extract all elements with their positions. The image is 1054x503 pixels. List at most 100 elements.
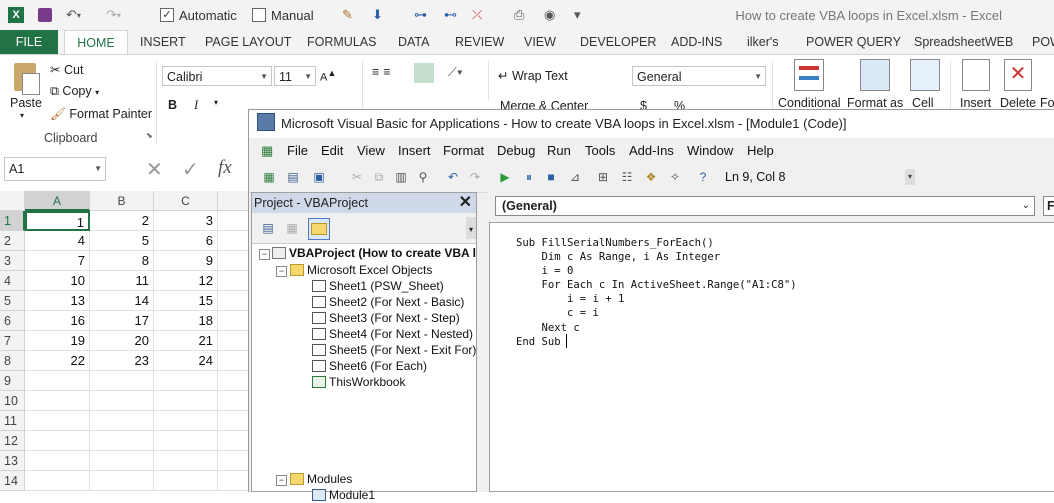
print-icon[interactable]: ⎙: [514, 6, 524, 24]
collapse-icon[interactable]: −: [259, 249, 270, 260]
cell[interactable]: 8: [90, 251, 154, 271]
cell[interactable]: [25, 471, 90, 491]
cell[interactable]: [218, 291, 250, 311]
column-header-a[interactable]: A: [25, 191, 90, 211]
vertical-align-icons[interactable]: ≡≡: [372, 65, 395, 79]
procedure-dropdown[interactable]: F: [1043, 196, 1054, 216]
row-header[interactable]: 8: [0, 351, 25, 371]
cell[interactable]: [218, 371, 250, 391]
copy-icon[interactable]: ⧉: [371, 169, 387, 185]
collapse-icon[interactable]: −: [276, 266, 287, 277]
menu-window[interactable]: Window: [687, 143, 733, 158]
tab-page-layout[interactable]: PAGE LAYOUT: [205, 30, 291, 54]
collapse-icon[interactable]: −: [276, 475, 287, 486]
cell[interactable]: [25, 451, 90, 471]
row-header[interactable]: 11: [0, 411, 25, 431]
copy-button[interactable]: ⧉ Copy ▾: [50, 84, 99, 99]
cell[interactable]: [90, 371, 154, 391]
tab-power-pivot[interactable]: POW: [1032, 30, 1054, 54]
tab-power-query[interactable]: POWER QUERY: [806, 30, 901, 54]
delete-cells-button[interactable]: Delete: [1000, 96, 1036, 110]
cell[interactable]: 5: [90, 231, 154, 251]
format-as-table-button[interactable]: Format as: [847, 96, 903, 110]
select-all-corner[interactable]: [0, 191, 25, 211]
increase-font-icon[interactable]: A▲: [320, 68, 336, 84]
project-explorer-icon[interactable]: ⊞: [595, 169, 611, 185]
conditional-format-icon[interactable]: [794, 59, 824, 91]
trace-precedents-icon[interactable]: ⊶: [414, 6, 427, 24]
tab-developer[interactable]: DEVELOPER: [580, 30, 656, 54]
row-header[interactable]: 7: [0, 331, 25, 351]
orientation-icon[interactable]: ⟋▾: [448, 65, 463, 80]
cell[interactable]: 19: [25, 331, 90, 351]
cell[interactable]: 23: [90, 351, 154, 371]
toolbox-icon[interactable]: ✧: [667, 169, 683, 185]
undo-icon[interactable]: ↶ ▾: [66, 6, 81, 24]
cell[interactable]: 13: [25, 291, 90, 311]
delete-cells-icon[interactable]: ✕: [1004, 59, 1032, 91]
properties-window-icon[interactable]: ☷: [619, 169, 635, 185]
paste-button[interactable]: Paste: [10, 96, 42, 110]
cell[interactable]: [154, 431, 218, 451]
cell[interactable]: 22: [25, 351, 90, 371]
tab-review[interactable]: REVIEW: [455, 30, 504, 54]
menu-debug[interactable]: Debug: [497, 143, 535, 158]
cancel-icon[interactable]: ✕: [146, 157, 163, 182]
tab-add-ins[interactable]: ADD-INS: [671, 30, 722, 54]
middle-align-icon[interactable]: [414, 63, 434, 83]
menu-tools[interactable]: Tools: [585, 143, 615, 158]
bold-button[interactable]: B: [168, 98, 177, 112]
cut-icon[interactable]: ✂: [349, 169, 365, 185]
view-code-icon[interactable]: ▤: [260, 220, 276, 236]
scroll-up-icon[interactable]: ▾: [466, 217, 476, 239]
cell[interactable]: 11: [90, 271, 154, 291]
tree-root-vbaproject[interactable]: VBAProject (How to create VBA l: [272, 245, 476, 261]
insert-cells-icon[interactable]: [962, 59, 990, 91]
download-icon[interactable]: ⬇: [372, 6, 383, 24]
insert-module-icon[interactable]: ▤: [285, 169, 301, 185]
row-header[interactable]: 3: [0, 251, 25, 271]
insert-function-icon[interactable]: fx: [218, 157, 232, 179]
menu-add-ins[interactable]: Add-Ins: [629, 143, 674, 158]
cell[interactable]: [218, 211, 250, 231]
column-header-d[interactable]: [218, 191, 250, 211]
tree-folder-modules[interactable]: Modules: [290, 471, 352, 487]
tree-module1[interactable]: Module1: [312, 487, 375, 503]
row-header[interactable]: 10: [0, 391, 25, 411]
format-painter-button[interactable]: 🖌 Format Painter: [50, 107, 152, 122]
cell[interactable]: 1: [25, 211, 90, 231]
name-box[interactable]: A1 ▼: [4, 157, 106, 181]
cell[interactable]: [218, 251, 250, 271]
tree-sheet-item[interactable]: Sheet3 (For Next - Step): [312, 310, 460, 326]
undo-icon[interactable]: ↶: [445, 169, 461, 185]
tree-sheet-item[interactable]: Sheet4 (For Next - Nested): [312, 326, 473, 342]
tree-sheet-item[interactable]: Sheet1 (PSW_Sheet): [312, 278, 444, 294]
cell[interactable]: 3: [154, 211, 218, 231]
code-editor[interactable]: Sub FillSerialNumbers_ForEach() Dim c As…: [489, 222, 1054, 492]
find-icon[interactable]: ⚲: [415, 169, 431, 185]
menu-edit[interactable]: Edit: [321, 143, 343, 158]
tab-ilkers[interactable]: ilker's: [747, 30, 779, 54]
reset-icon[interactable]: ■: [543, 169, 559, 185]
cell[interactable]: [90, 411, 154, 431]
run-icon[interactable]: ▶: [497, 169, 513, 185]
clipboard-launcher-icon[interactable]: ⬊: [146, 131, 153, 140]
menu-run[interactable]: Run: [547, 143, 571, 158]
cell[interactable]: [218, 271, 250, 291]
paste-icon[interactable]: ▥: [393, 169, 409, 185]
view-object-icon[interactable]: ▦: [284, 220, 300, 236]
menu-view[interactable]: View: [357, 143, 385, 158]
font-size-dropdown[interactable]: 11 ▼: [274, 66, 316, 86]
cell[interactable]: [90, 431, 154, 451]
italic-button[interactable]: I: [194, 98, 198, 113]
menu-insert[interactable]: Insert: [398, 143, 431, 158]
row-header[interactable]: 2: [0, 231, 25, 251]
cell[interactable]: 2: [90, 211, 154, 231]
view-excel-icon[interactable]: ▦: [261, 169, 277, 185]
cell[interactable]: [154, 411, 218, 431]
underline-dropdown-icon[interactable]: ▾: [214, 98, 218, 107]
object-browser-icon[interactable]: ❖: [643, 169, 659, 185]
row-header[interactable]: 5: [0, 291, 25, 311]
number-format-dropdown[interactable]: General ▼: [632, 66, 766, 86]
row-header[interactable]: 6: [0, 311, 25, 331]
